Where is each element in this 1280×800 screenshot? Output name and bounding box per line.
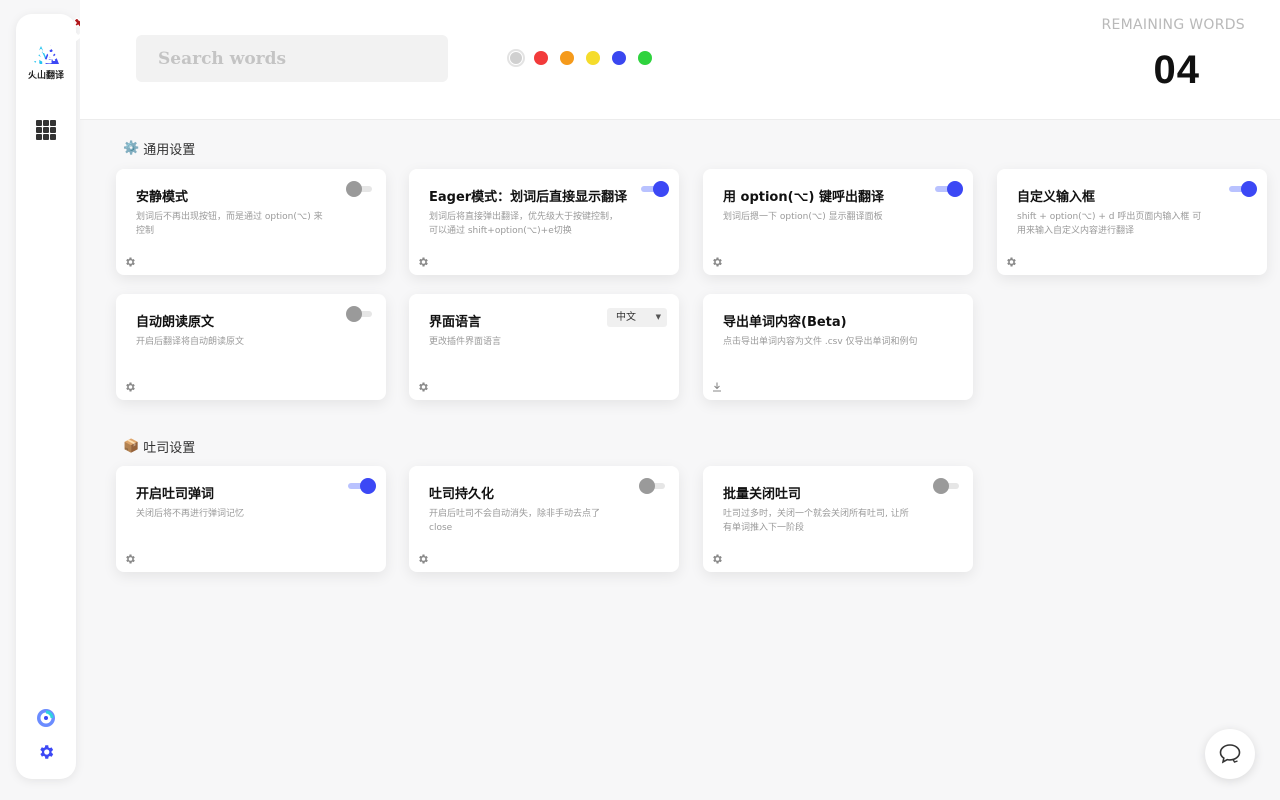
feedback-chat-button[interactable] xyxy=(1205,729,1255,779)
card-settings-gear-icon[interactable] xyxy=(124,553,136,565)
toast-popup-toggle[interactable] xyxy=(346,478,376,494)
card-desc: 开启后翻译将自动朗读原文 xyxy=(136,337,245,347)
card-settings-gear-icon[interactable] xyxy=(124,256,136,268)
color-dot-yellow[interactable] xyxy=(586,51,600,65)
option-key-toggle[interactable] xyxy=(933,181,963,197)
card-desc: 关闭后将不再进行弹词记忆 xyxy=(136,509,245,519)
card-title: 自定义输入框 xyxy=(1017,190,1096,205)
remaining-words-count: 04 xyxy=(1153,48,1200,92)
card-settings-gear-icon[interactable] xyxy=(417,553,429,565)
setting-card-toast-popup: 开启吐司弹词 关闭后将不再进行弹词记忆 xyxy=(116,466,386,572)
card-desc: shift + option(⌥) + d 呼出页面内输入框 可用来输入自定义内… xyxy=(1017,212,1202,236)
language-select-value: 中文 xyxy=(616,312,636,323)
language-select[interactable]: 中文 ▼ xyxy=(607,308,667,327)
toast-persist-toggle[interactable] xyxy=(639,478,667,494)
search-input[interactable] xyxy=(136,35,448,82)
apps-grid-icon[interactable] xyxy=(36,120,56,140)
card-title: 批量关闭吐司 xyxy=(723,487,802,502)
gear-emoji-icon: ⚙️ xyxy=(123,141,140,156)
card-settings-gear-icon[interactable] xyxy=(711,553,723,565)
color-dot-gray[interactable] xyxy=(507,49,525,67)
card-desc: 更改插件界面语言 xyxy=(429,337,502,347)
color-filter xyxy=(507,49,652,67)
card-settings-gear-icon[interactable] xyxy=(417,256,429,268)
setting-card-quiet-mode: 安静模式 划词后不再出现按钮，而是通过 option(⌥) 来控制 xyxy=(116,169,386,275)
download-icon[interactable] xyxy=(711,381,723,393)
setting-card-custom-input: 自定义输入框 shift + option(⌥) + d 呼出页面内输入框 可用… xyxy=(997,169,1267,275)
card-title: Eager模式：划词后直接显示翻译 xyxy=(429,190,628,205)
remaining-words-label: REMAINING WORDS xyxy=(1101,17,1245,33)
section-toast-title: 📦 吐司设置 xyxy=(123,437,195,456)
sidebar: A 火山翻译 xyxy=(16,14,76,779)
card-title: 安静模式 xyxy=(136,190,189,205)
setting-card-option-key: 用 option(⌥) 键呼出翻译 划词后摁一下 option(⌥) 显示翻译面… xyxy=(703,169,973,275)
settings-gear-icon[interactable] xyxy=(37,743,55,761)
color-dot-red[interactable] xyxy=(534,51,548,65)
refresh-badge-icon[interactable] xyxy=(36,708,56,728)
card-title: 自动朗读原文 xyxy=(136,315,215,330)
caret-down-icon: ▼ xyxy=(655,313,661,321)
card-title: 导出单词内容(Beta) xyxy=(723,315,847,330)
card-desc: 点击导出单词内容为文件 .csv 仅导出单词和例句 xyxy=(723,337,918,347)
card-settings-gear-icon[interactable] xyxy=(417,381,429,393)
setting-card-toast-persist: 吐司持久化 开启后吐司不会自动消失，除非手动去点了 close xyxy=(409,466,679,572)
card-settings-gear-icon[interactable] xyxy=(711,256,723,268)
card-desc: 吐司过多时，关闭一个就会关闭所有吐司, 让所有单词推入下一阶段 xyxy=(723,509,909,533)
setting-card-eager-mode: Eager模式：划词后直接显示翻译 划词后将直接弹出翻译，优先级大于按键控制， … xyxy=(409,169,679,275)
section-toast-label: 吐司设置 xyxy=(143,441,196,456)
quiet-mode-toggle[interactable] xyxy=(346,181,374,197)
section-general-title: ⚙️ 通用设置 xyxy=(123,139,195,158)
card-desc: 划词后不再出现按钮，而是通过 option(⌥) 来控制 xyxy=(136,212,323,236)
color-dot-blue[interactable] xyxy=(612,51,626,65)
section-general-label: 通用设置 xyxy=(143,143,196,158)
setting-card-batch-close: 批量关闭吐司 吐司过多时，关闭一个就会关闭所有吐司, 让所有单词推入下一阶段 xyxy=(703,466,973,572)
eager-mode-toggle[interactable] xyxy=(639,181,669,197)
custom-input-toggle[interactable] xyxy=(1227,181,1257,197)
color-dot-orange[interactable] xyxy=(560,51,574,65)
top-bar: REMAINING WORDS 04 xyxy=(80,0,1280,120)
setting-card-auto-read: 自动朗读原文 开启后翻译将自动朗读原文 xyxy=(116,294,386,400)
setting-card-export-words: 导出单词内容(Beta) 点击导出单词内容为文件 .csv 仅导出单词和例句 xyxy=(703,294,973,400)
card-settings-gear-icon[interactable] xyxy=(124,381,136,393)
card-desc: 开启后吐司不会自动消失，除非手动去点了 close xyxy=(429,509,601,533)
card-settings-gear-icon[interactable] xyxy=(1005,256,1017,268)
card-title: 开启吐司弹词 xyxy=(136,487,215,502)
batch-close-toggle[interactable] xyxy=(933,478,961,494)
card-desc: 划词后摁一下 option(⌥) 显示翻译面板 xyxy=(723,212,883,222)
color-dot-green[interactable] xyxy=(638,51,652,65)
card-title: 用 option(⌥) 键呼出翻译 xyxy=(723,190,885,205)
card-title: 吐司持久化 xyxy=(429,487,495,502)
card-desc: 划词后将直接弹出翻译，优先级大于按键控制， 可以通过 shift+option(… xyxy=(429,212,619,236)
box-emoji-icon: 📦 xyxy=(123,439,140,454)
auto-read-toggle[interactable] xyxy=(346,306,374,322)
card-title: 界面语言 xyxy=(429,315,482,330)
setting-card-ui-language: 界面语言 更改插件界面语言 中文 ▼ xyxy=(409,294,679,400)
chat-bubble-icon xyxy=(1219,744,1241,764)
